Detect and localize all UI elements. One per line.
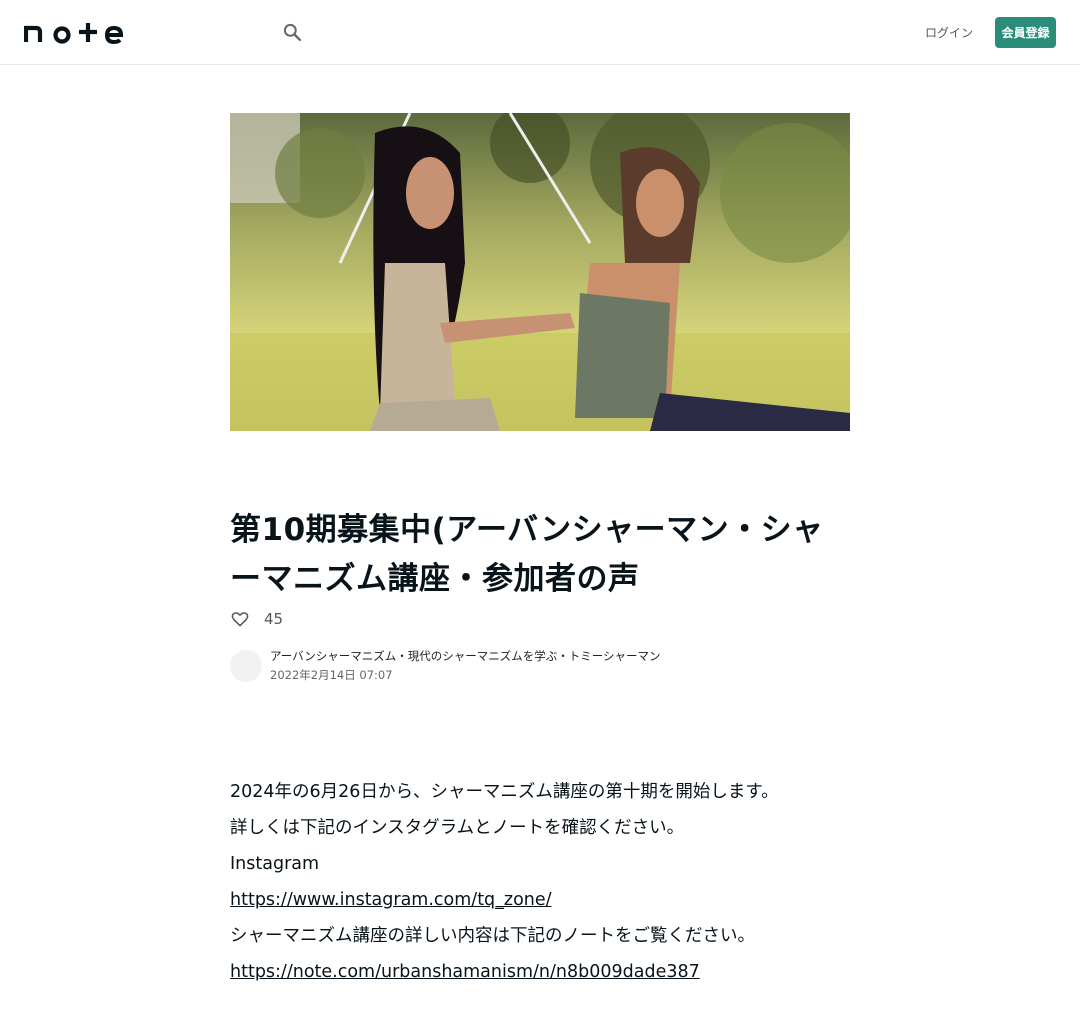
note-logo[interactable] bbox=[23, 20, 124, 45]
body-paragraph: シャーマニズム講座の詳しい内容は下記のノートをご覧ください。 bbox=[230, 926, 755, 946]
site-header: ログイン 会員登録 bbox=[0, 0, 1080, 65]
instagram-link[interactable]: https://www.instagram.com/tq_zone/ bbox=[230, 890, 552, 910]
author-name[interactable]: アーバンシャーマニズム・現代のシャーマニズムを学ぶ・トミーシャーマン bbox=[270, 648, 661, 664]
login-button[interactable]: ログイン bbox=[922, 17, 976, 47]
author-info: アーバンシャーマニズム・現代のシャーマニズムを学ぶ・トミーシャーマン 2022年… bbox=[230, 648, 661, 683]
article-body: 2024年の6月26日から、シャーマニズム講座の第十期を開始します。 詳しくは下… bbox=[230, 774, 850, 990]
search-button[interactable] bbox=[278, 18, 306, 46]
note-article-link[interactable]: https://note.com/urbanshamanism/n/n8b009… bbox=[230, 962, 700, 982]
body-paragraph: 2024年の6月26日から、シャーマニズム講座の第十期を開始します。 bbox=[230, 782, 779, 802]
like-count: 45 bbox=[264, 610, 284, 628]
article-title: 第10期募集中(アーバンシャーマン・シャーマニズム講座・参加者の声 bbox=[230, 512, 824, 597]
post-date: 2022年2月14日 07:07 bbox=[270, 668, 393, 682]
signup-button[interactable]: 会員登録 bbox=[995, 17, 1056, 48]
body-paragraph: Instagram bbox=[230, 854, 320, 874]
avatar[interactable] bbox=[230, 649, 262, 682]
body-paragraph: 詳しくは下記のインスタグラムとノートを確認ください。 bbox=[230, 818, 685, 838]
heart-outline-icon[interactable] bbox=[230, 609, 250, 629]
hero-image bbox=[230, 113, 850, 431]
like-section: 45 bbox=[230, 608, 283, 630]
search-icon bbox=[283, 23, 302, 42]
